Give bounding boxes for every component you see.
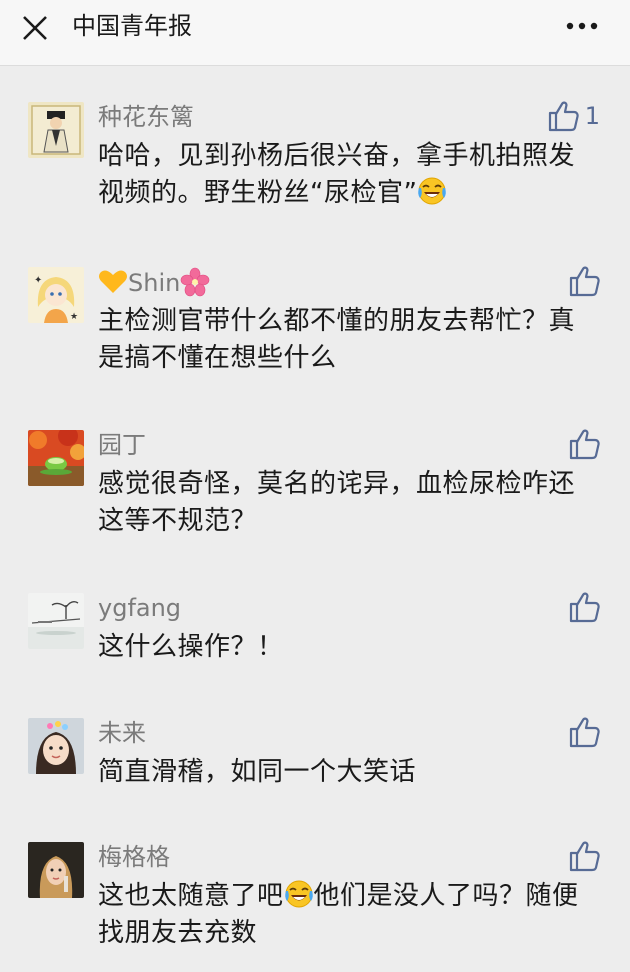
comment-author[interactable]: 未来 (98, 718, 146, 748)
like-button[interactable]: 1 (547, 99, 600, 133)
comment-text: 这什么操作？！ (98, 632, 284, 662)
comment-author[interactable]: Shin (98, 267, 210, 298)
laughing-crying-emoji-icon (417, 177, 448, 205)
avatar[interactable] (28, 593, 84, 649)
avatar[interactable] (28, 102, 84, 158)
like-button[interactable] (568, 264, 600, 298)
comment-text: 感觉很奇怪，莫名的诧异，血检尿检咋还这等不规范？ (98, 469, 576, 536)
cherry-blossom-icon (181, 267, 210, 297)
thumbs-up-icon (569, 592, 600, 623)
avatar[interactable] (28, 842, 84, 898)
comment-text: 主检测官带什么都不懂的朋友去帮忙？真是搞不懂在想些什么 (98, 306, 576, 373)
avatar[interactable]: ✦ ★ (28, 267, 84, 323)
comment-text-part: 这也太随意了吧 (98, 881, 284, 911)
svg-text:✦: ✦ (34, 275, 42, 286)
close-icon[interactable] (18, 11, 52, 45)
avatar[interactable] (28, 718, 84, 774)
comment-text-part: 哈哈，见到孙杨后很兴奋，拿手机拍照发视频的。野生粉丝“尿检官” (98, 141, 576, 208)
like-button[interactable] (568, 427, 600, 461)
thumbs-up-icon (569, 717, 600, 748)
comment-text: 简直滑稽，如同一个大笑话 (98, 757, 417, 787)
svg-text:★: ★ (70, 312, 78, 322)
thumbs-up-icon (548, 101, 579, 132)
comment-author[interactable]: ygfang (98, 593, 181, 623)
comment-text: 这也太随意了吧 他们是没人了吗？随便找朋友去充数 (98, 878, 598, 952)
comment-author[interactable]: 梅格格 (98, 842, 170, 872)
more-dots-icon[interactable] (564, 18, 604, 34)
comment-author-name: Shin (128, 269, 181, 297)
page-title: 中国青年报 (72, 12, 192, 40)
yellow-heart-icon (99, 270, 127, 293)
top-bar: 中国青年报 (0, 0, 630, 66)
comment-text: 哈哈，见到孙杨后很兴奋，拿手机拍照发视频的。野生粉丝“尿检官” (98, 138, 598, 212)
thumbs-up-icon (569, 841, 600, 872)
like-count: 1 (584, 102, 600, 130)
like-button[interactable] (568, 590, 600, 624)
comment-author[interactable]: 种花东篱 (98, 102, 194, 132)
thumbs-up-icon (569, 429, 600, 460)
thumbs-up-icon (569, 266, 600, 297)
like-button[interactable] (568, 715, 600, 749)
laughing-crying-emoji-icon (283, 880, 314, 908)
comment-author[interactable]: 园丁 (98, 430, 146, 460)
avatar[interactable] (28, 430, 84, 486)
like-button[interactable] (568, 839, 600, 873)
